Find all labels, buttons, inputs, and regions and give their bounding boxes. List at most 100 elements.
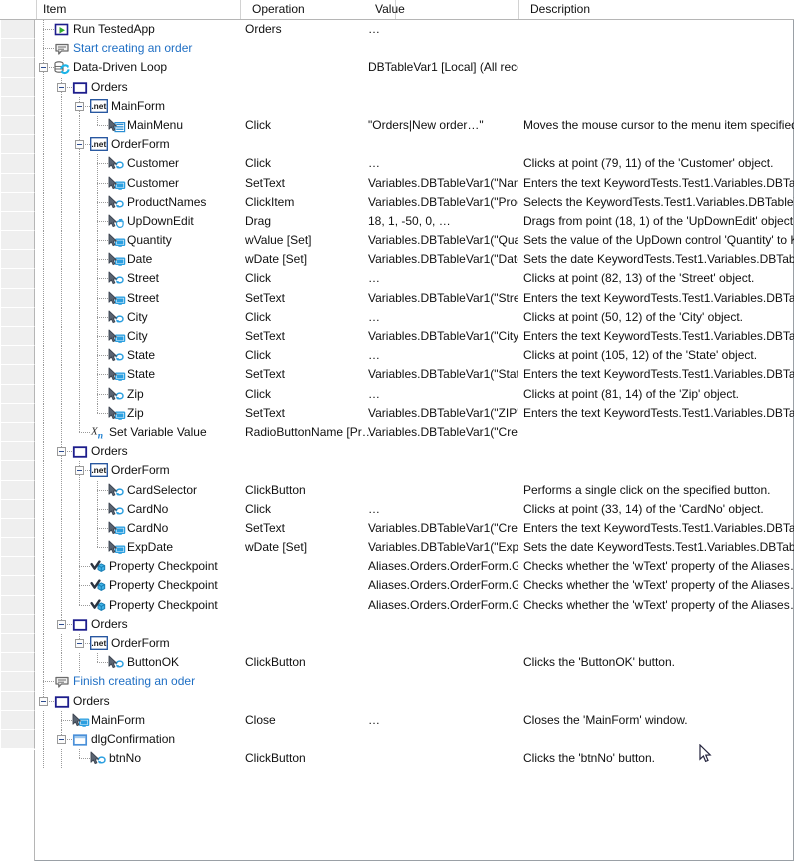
test-step-row[interactable]: Orders: [35, 77, 794, 97]
cell-value[interactable]: Variables.DBTableVar1("City"): [368, 327, 518, 346]
tree-expander-collapse[interactable]: [57, 734, 66, 744]
step-label[interactable]: Street: [127, 269, 159, 288]
row-selector-cell[interactable]: [0, 77, 35, 97]
column-header-value[interactable]: Value: [369, 0, 519, 19]
step-label[interactable]: CardNo: [127, 500, 168, 519]
row-selector-cell[interactable]: [0, 422, 35, 443]
cell-item[interactable]: Property Checkpoint: [35, 595, 240, 615]
cell-description[interactable]: [523, 97, 794, 116]
test-step-row[interactable]: btnNo ClickButton Clicks the 'btnNo' butto…: [35, 749, 794, 769]
cell-value[interactable]: …: [368, 154, 518, 173]
test-step-row[interactable]: Orders: [35, 442, 794, 462]
cell-value[interactable]: …: [368, 269, 518, 288]
cell-item[interactable]: .net OrderForm: [35, 634, 240, 654]
tree-expander-collapse[interactable]: [75, 466, 84, 476]
cell-description[interactable]: Enters the text KeywordTests.Test1.Varia…: [523, 519, 794, 538]
cell-item[interactable]: ButtonOK: [35, 653, 240, 673]
cell-item[interactable]: ExpDate: [35, 538, 240, 558]
cell-item[interactable]: ProductNames: [35, 192, 240, 212]
test-step-row[interactable]: Orders: [35, 691, 794, 711]
cell-description[interactable]: Clicks at point (105, 12) of the 'State'…: [523, 346, 794, 365]
test-step-row[interactable]: .net MainForm: [35, 96, 794, 116]
cell-value[interactable]: …: [368, 346, 518, 365]
tree-expander-collapse[interactable]: [57, 82, 66, 92]
cell-item[interactable]: Orders: [35, 691, 240, 711]
step-label[interactable]: Set Variable Value: [109, 423, 207, 442]
test-step-row[interactable]: State Click… Clicks at point (105, 12) of …: [35, 346, 794, 366]
step-label[interactable]: State: [127, 365, 155, 384]
cell-description[interactable]: Clicks at point (82, 13) of the 'Street'…: [523, 269, 794, 288]
test-step-row[interactable]: Data-Driven Loop DBTableVar1 [Local] (All…: [35, 58, 794, 78]
test-step-row[interactable]: CardSelector ClickButton Performs a single…: [35, 480, 794, 500]
test-step-row[interactable]: Xn Set Variable Value RadioButtonName [Pr……: [35, 422, 794, 443]
test-step-row[interactable]: Zip SetText Variables.DBTableVar1("ZIP") En…: [35, 403, 794, 423]
row-selector-cell[interactable]: [0, 710, 35, 730]
tree-expander-collapse[interactable]: [57, 619, 66, 629]
step-label[interactable]: Property Checkpoint: [109, 596, 218, 615]
test-step-row[interactable]: Customer Click… Clicks at point (79, 11) o…: [35, 154, 794, 174]
step-label[interactable]: Property Checkpoint: [109, 576, 218, 595]
test-step-row[interactable]: City Click… Clicks at point (50, 12) of th…: [35, 307, 794, 327]
test-step-row[interactable]: Property Checkpoint Aliases.Orders.OrderF…: [35, 576, 794, 596]
cell-value[interactable]: [368, 135, 518, 154]
cell-item[interactable]: City: [35, 307, 240, 327]
cell-description[interactable]: [523, 135, 794, 154]
cell-description[interactable]: Checks whether the 'wText' property of t…: [523, 596, 794, 615]
test-step-row[interactable]: ButtonOK ClickButton Clicks the 'ButtonOK'…: [35, 653, 794, 673]
cell-value[interactable]: …: [368, 385, 518, 404]
row-selector-cell[interactable]: [0, 729, 35, 750]
cell-description[interactable]: Checks whether the 'wText' property of t…: [523, 557, 794, 576]
row-selector-cell[interactable]: [0, 365, 35, 385]
cell-value[interactable]: Variables.DBTableVar1("Cre…: [368, 519, 518, 538]
row-selector-cell[interactable]: [0, 192, 35, 212]
cell-value[interactable]: Variables.DBTableVar1("Date"): [368, 250, 518, 269]
cell-value[interactable]: Variables.DBTableVar1("State"): [368, 365, 518, 384]
step-label[interactable]: Property Checkpoint: [109, 557, 218, 576]
tree-expander-collapse[interactable]: [39, 63, 48, 73]
cell-description[interactable]: [523, 730, 794, 749]
cell-value[interactable]: [368, 481, 518, 500]
step-label[interactable]: City: [127, 327, 148, 346]
cell-value[interactable]: [368, 634, 518, 653]
step-label[interactable]: Orders: [73, 692, 110, 711]
cell-value[interactable]: …: [368, 308, 518, 327]
cell-item[interactable]: .net OrderForm: [35, 461, 240, 481]
row-selector-cell[interactable]: [0, 58, 35, 78]
cell-item[interactable]: Quantity: [35, 231, 240, 251]
row-selector-cell[interactable]: [0, 384, 35, 404]
row-selector-cell[interactable]: [0, 576, 35, 596]
step-label[interactable]: OrderForm: [111, 634, 170, 653]
row-selector-cell[interactable]: [0, 269, 35, 289]
test-step-row[interactable]: Date wDate [Set] Variables.DBTableVar1("Da…: [35, 250, 794, 270]
cell-item[interactable]: .net OrderForm: [35, 135, 240, 155]
cell-item[interactable]: MainForm: [35, 710, 240, 730]
cell-description[interactable]: Enters the text KeywordTests.Test1.Varia…: [523, 174, 794, 193]
cell-value[interactable]: Aliases.Orders.OrderForm.G…: [368, 576, 518, 595]
cell-description[interactable]: [523, 39, 794, 58]
test-step-row[interactable]: Street SetText Variables.DBTableVar1("Stre…: [35, 288, 794, 308]
cell-description[interactable]: Enters the text KeywordTests.Test1.Varia…: [523, 365, 794, 384]
test-step-row[interactable]: .net OrderForm: [35, 461, 794, 481]
cell-item[interactable]: Xn Set Variable Value: [35, 422, 240, 443]
test-step-row[interactable]: Zip Click… Clicks at point (81, 14) of the…: [35, 384, 794, 404]
step-label[interactable]: Customer: [127, 154, 179, 173]
step-label[interactable]: Orders: [91, 78, 128, 97]
cell-item[interactable]: Customer: [35, 173, 240, 193]
cell-item[interactable]: Zip: [35, 403, 240, 423]
row-selector-cell[interactable]: [0, 672, 35, 692]
row-selector-cell[interactable]: [0, 154, 35, 174]
step-label[interactable]: ButtonOK: [127, 653, 179, 672]
row-selector-cell[interactable]: [0, 135, 35, 155]
step-label[interactable]: ExpDate: [127, 538, 173, 557]
test-step-row[interactable]: Orders: [35, 614, 794, 634]
cell-item[interactable]: btnNo: [35, 749, 240, 769]
cell-item[interactable]: Street: [35, 269, 240, 289]
step-label[interactable]: Orders: [91, 442, 128, 461]
step-label[interactable]: Street: [127, 289, 159, 308]
row-selector-cell[interactable]: [0, 96, 35, 116]
step-label[interactable]: Finish creating an oder: [73, 672, 195, 691]
step-label[interactable]: Orders: [91, 615, 128, 634]
cell-item[interactable]: .net MainForm: [35, 96, 240, 116]
step-label[interactable]: btnNo: [109, 749, 141, 768]
test-step-row[interactable]: Start creating an order: [35, 39, 794, 59]
